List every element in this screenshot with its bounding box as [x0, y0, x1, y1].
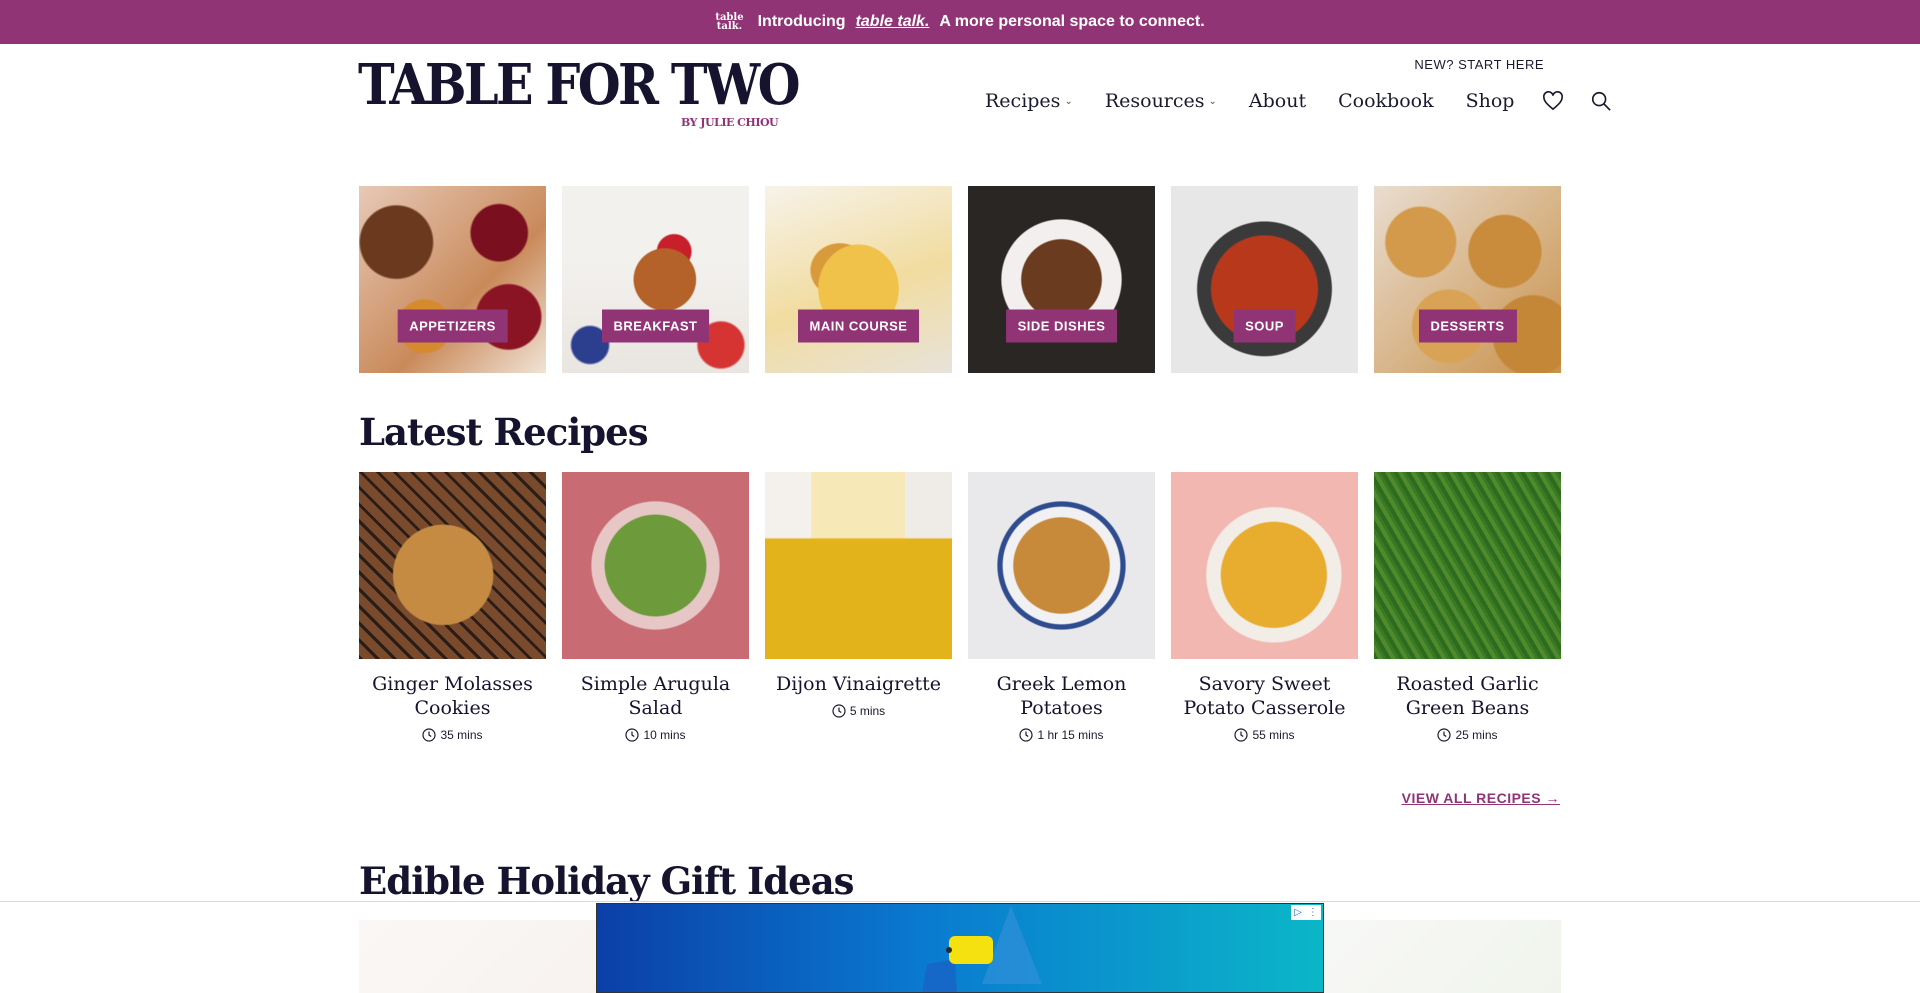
recipe-image	[765, 472, 952, 659]
category-side-dishes[interactable]: SIDE DISHES	[968, 186, 1155, 373]
nav-item-recipes[interactable]: Recipes ⌄	[985, 90, 1073, 112]
recipe-card[interactable]: Savory Sweet Potato Casserole 55 mins	[1171, 472, 1358, 742]
nav-item-cookbook[interactable]: Cookbook	[1338, 90, 1433, 112]
recipe-time: 1 hr 15 mins	[968, 728, 1155, 742]
appetizers-image	[359, 186, 546, 373]
recipe-image	[968, 472, 1155, 659]
category-label: BREAKFAST	[601, 309, 710, 343]
recipe-image	[1171, 472, 1358, 659]
category-label: SIDE DISHES	[1005, 309, 1118, 343]
close-icon[interactable]: ⋮	[1308, 907, 1318, 918]
main-course-image	[765, 186, 952, 373]
recipe-image	[359, 472, 546, 659]
recipe-title[interactable]: Savory Sweet Potato Casserole	[1171, 672, 1358, 720]
clock-icon	[832, 704, 846, 718]
ad-choices-icon: ▷	[1294, 907, 1302, 918]
latest-recipes-heading: Latest Recipes	[359, 410, 649, 454]
category-breakfast[interactable]: BREAKFAST	[562, 186, 749, 373]
table-talk-link[interactable]: table talk.	[856, 13, 930, 31]
logo-byline: BY JULIE CHIOU	[681, 116, 779, 129]
recipe-image	[1374, 472, 1561, 659]
recipe-card[interactable]: Roasted Garlic Green Beans 25 mins	[1374, 472, 1561, 742]
clock-icon	[1019, 728, 1034, 742]
category-label: MAIN COURSE	[797, 309, 920, 343]
clock-icon	[422, 728, 437, 742]
table-talk-logo-line-2: talk.	[716, 21, 743, 32]
site-logo[interactable]: TABLE FOR TWO BY JULIE CHIOU	[358, 52, 801, 129]
new-start-here-link[interactable]: NEW? START HERE	[1414, 57, 1544, 72]
main-nav: Recipes ⌄ Resources ⌄ About Cookbook Sho…	[985, 86, 1614, 116]
recipe-time: 10 mins	[562, 728, 749, 742]
recipe-card[interactable]: Greek Lemon Potatoes 1 hr 15 mins	[968, 472, 1155, 742]
clock-icon	[625, 728, 640, 742]
recipe-title[interactable]: Greek Lemon Potatoes	[968, 672, 1155, 720]
clock-icon	[1437, 728, 1452, 742]
table-talk-logo: table talk.	[715, 13, 743, 32]
category-label: SOUP	[1233, 309, 1296, 343]
recipe-title[interactable]: Dijon Vinaigrette	[765, 672, 952, 696]
announcement-intro: Introducing	[757, 13, 846, 30]
nav-label-resources: Resources	[1104, 90, 1205, 112]
nav-label-about: About	[1248, 90, 1307, 112]
chevron-down-icon: ⌄	[1064, 95, 1073, 107]
nav-label-cookbook: Cookbook	[1338, 90, 1434, 112]
recipe-card[interactable]: Dijon Vinaigrette 5 mins	[765, 472, 952, 742]
recipe-title[interactable]: Ginger Molasses Cookies	[359, 672, 546, 720]
breakfast-image	[562, 186, 749, 373]
nav-item-resources[interactable]: Resources ⌄	[1105, 90, 1217, 112]
soup-image	[1171, 186, 1358, 373]
recipe-time: 25 mins	[1374, 728, 1561, 742]
recipe-card[interactable]: Simple Arugula Salad 10 mins	[562, 472, 749, 742]
recipe-time-value: 55 mins	[1252, 728, 1295, 742]
recipe-time: 5 mins	[765, 704, 952, 718]
recipe-time-value: 5 mins	[849, 704, 886, 718]
chevron-down-icon: ⌄	[1208, 95, 1217, 107]
recipe-time-value: 1 hr 15 mins	[1037, 728, 1104, 742]
side-dishes-image	[968, 186, 1155, 373]
category-appetizers[interactable]: APPETIZERS	[359, 186, 546, 373]
recipe-time: 35 mins	[359, 728, 546, 742]
category-main-course[interactable]: MAIN COURSE	[765, 186, 952, 373]
nav-label-recipes: Recipes	[985, 90, 1061, 112]
heart-icon[interactable]	[1540, 88, 1566, 114]
announcement-bar[interactable]: table talk. Introducing table talk. A mo…	[0, 0, 1920, 44]
search-icon[interactable]	[1588, 88, 1614, 114]
recipe-title[interactable]: Simple Arugula Salad	[562, 672, 749, 720]
recipe-title[interactable]: Roasted Garlic Green Beans	[1374, 672, 1561, 720]
nav-label-shop: Shop	[1465, 90, 1515, 112]
ad-graphic	[922, 906, 1042, 992]
announcement-text: A more personal space to connect.	[939, 13, 1205, 30]
desserts-image	[1374, 186, 1561, 373]
category-desserts[interactable]: DESSERTS	[1374, 186, 1561, 373]
recipe-card[interactable]: Ginger Molasses Cookies 35 mins	[359, 472, 546, 742]
view-all-recipes-link[interactable]: VIEW ALL RECIPES →	[1402, 790, 1560, 806]
recipe-time-value: 10 mins	[643, 728, 686, 742]
latest-recipes-grid: Ginger Molasses Cookies 35 mins Simple A…	[359, 472, 1561, 742]
recipe-time: 55 mins	[1171, 728, 1358, 742]
ad-choices-badge[interactable]: ▷ ⋮	[1291, 905, 1321, 920]
recipe-time-value: 25 mins	[1455, 728, 1498, 742]
category-label: DESSERTS	[1418, 309, 1517, 343]
category-label: APPETIZERS	[397, 309, 508, 343]
site-header: TABLE FOR TWO BY JULIE CHIOU NEW? START …	[0, 44, 1920, 144]
recipe-time-value: 35 mins	[440, 728, 483, 742]
recipe-image	[562, 472, 749, 659]
category-soup[interactable]: SOUP	[1171, 186, 1358, 373]
nav-item-about[interactable]: About	[1249, 90, 1306, 112]
nav-item-shop[interactable]: Shop	[1466, 90, 1515, 112]
gift-ideas-heading: Edible Holiday Gift Ideas	[359, 859, 855, 903]
ad-banner[interactable]: ▷ ⋮	[596, 903, 1324, 993]
clock-icon	[1234, 728, 1249, 742]
category-grid: APPETIZERS BREAKFAST MAIN COURSE SIDE DI…	[359, 186, 1561, 373]
logo-title: TABLE FOR TWO	[358, 52, 801, 118]
